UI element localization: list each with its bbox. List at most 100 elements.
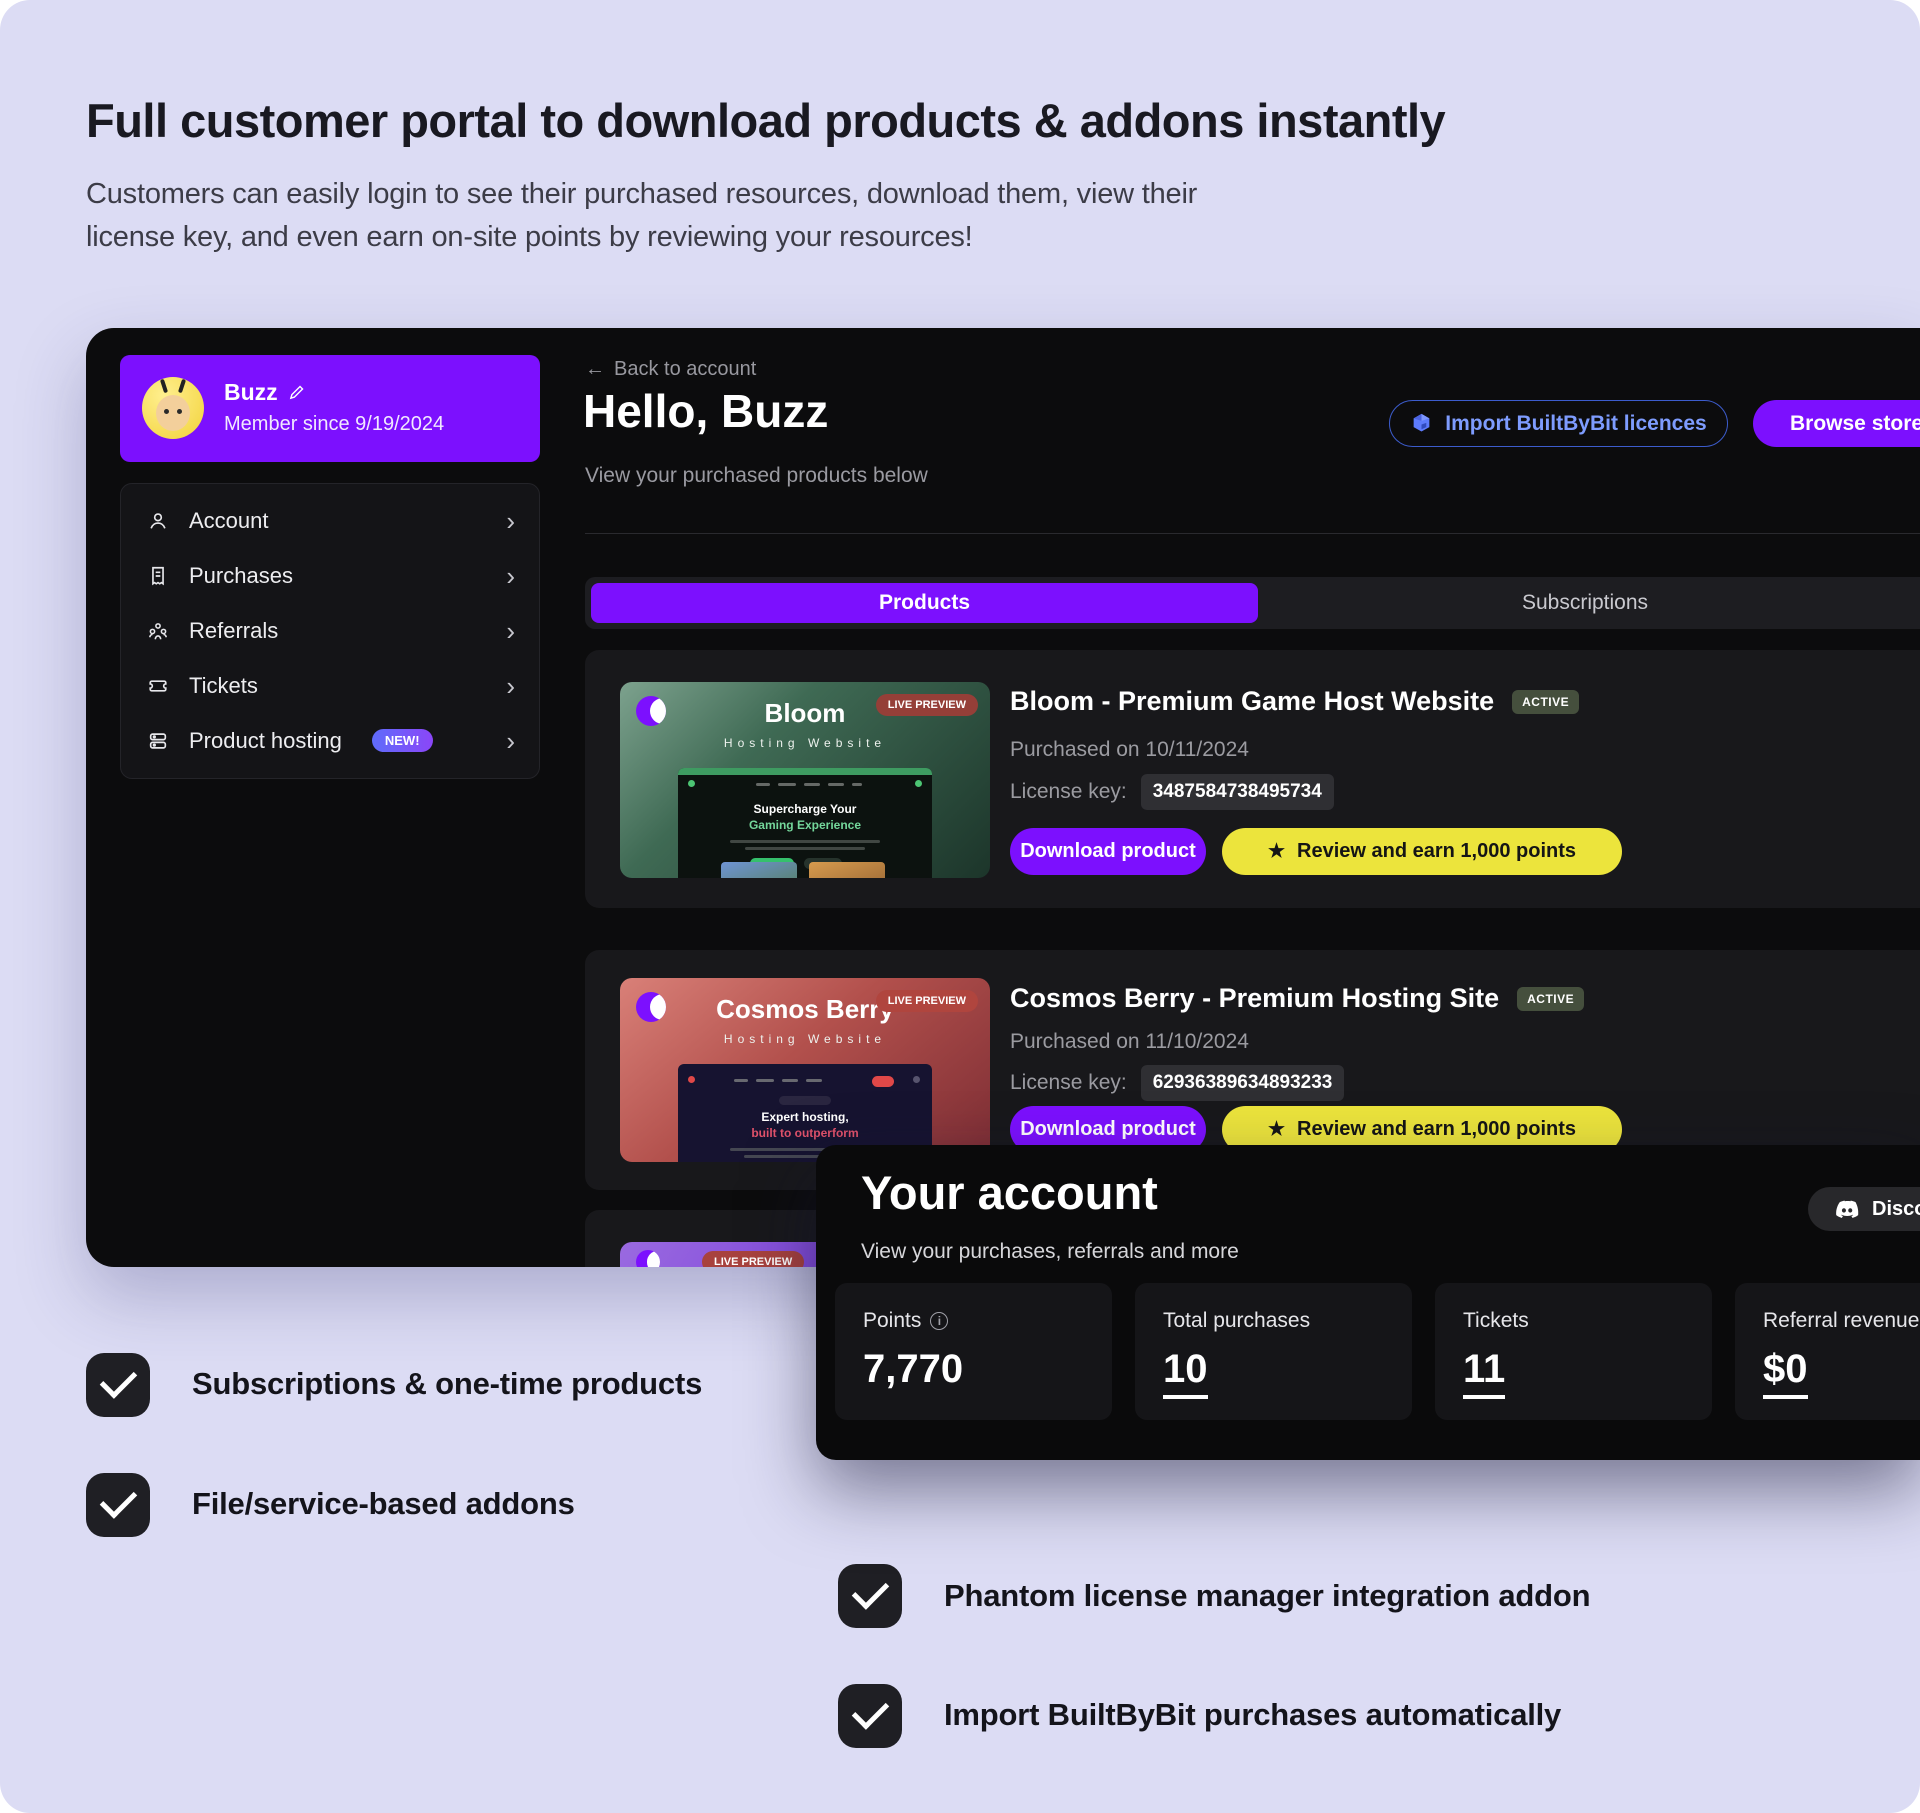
avatar (142, 377, 204, 439)
check-icon (838, 1564, 902, 1628)
member-since: Member since 9/19/2024 (224, 413, 444, 436)
product-thumbnail[interactable]: Bloom Hosting Website LIVE PREVIEW Super… (620, 682, 990, 878)
deco-bar (745, 847, 865, 850)
download-button-label: Download product (1020, 840, 1196, 863)
info-icon[interactable]: i (930, 1312, 948, 1330)
sidebar-item-label: Purchases (189, 563, 293, 589)
tab-products-label: Products (879, 591, 970, 615)
feature-label: Subscriptions & one-time products (192, 1366, 702, 1402)
sidebar-item-purchases[interactable]: Purchases › (121, 549, 539, 604)
stat-card-tickets: Tickets 11 (1435, 1283, 1712, 1420)
sidebar-item-account[interactable]: Account › (121, 494, 539, 549)
stat-value: 7,770 (863, 1347, 963, 1392)
deco-bar (806, 1079, 822, 1082)
stat-label: Referral revenue (1763, 1309, 1919, 1333)
deco-bar (782, 1079, 798, 1082)
your-account-overlay: Your account View your purchases, referr… (816, 1145, 1920, 1460)
deco-bar (852, 783, 862, 786)
tab-subscriptions[interactable]: Subscriptions (1385, 577, 1785, 629)
deco-bar (730, 840, 880, 843)
account-overlay-title: Your account (861, 1165, 1158, 1220)
chevron-right-icon: › (506, 508, 515, 534)
thumb-tagline: Hosting Website (620, 736, 990, 750)
deco-image (721, 862, 797, 878)
stat-card-points: Points i 7,770 (835, 1283, 1112, 1420)
star-icon: ★ (1268, 1118, 1285, 1141)
receipt-icon (145, 565, 171, 587)
discord-icon (1834, 1200, 1860, 1219)
back-to-account-link[interactable]: ← Back to account (585, 358, 756, 381)
stat-value-link[interactable]: 11 (1463, 1347, 1505, 1399)
live-preview-badge: LIVE PREVIEW (702, 1251, 804, 1267)
feature-label: Import BuiltByBit purchases automaticall… (944, 1697, 1561, 1733)
feature-label: Phantom license manager integration addo… (944, 1578, 1590, 1614)
license-key-value: 62936389634893233 (1141, 1065, 1345, 1101)
deco-dot (688, 1076, 695, 1083)
mini-headline1: Expert hosting, (678, 1110, 932, 1124)
sidebar-menu: Account › Purchases › Referrals › Ticket… (120, 483, 540, 779)
sidebar-item-label: Tickets (189, 673, 258, 699)
user-card: Buzz Member since 9/19/2024 (120, 355, 540, 462)
status-badge: ACTIVE (1512, 690, 1579, 714)
discord-button[interactable]: Discord (1808, 1187, 1920, 1231)
license-key-label: License key: (1010, 780, 1127, 804)
edit-pencil-icon[interactable] (288, 384, 305, 401)
sidebar-item-product-hosting[interactable]: Product hosting NEW! › (121, 713, 539, 768)
download-button-label: Download product (1020, 1118, 1196, 1141)
person-icon (145, 510, 171, 532)
new-badge: NEW! (372, 729, 433, 752)
check-icon (86, 1353, 150, 1417)
review-earn-points-button[interactable]: ★ Review and earn 1,000 points (1222, 828, 1622, 875)
avatar-face (156, 395, 190, 431)
product-title: Cosmos Berry - Premium Hosting Site (1010, 983, 1499, 1014)
sidebar-item-tickets[interactable]: Tickets › (121, 658, 539, 713)
customer-portal-panel: Buzz Member since 9/19/2024 Account › Pu… (86, 328, 1920, 1267)
avatar-antenna (160, 379, 168, 394)
page-subtitle-line1: Customers can easily login to see their … (86, 178, 1197, 211)
sidebar-item-referrals[interactable]: Referrals › (121, 604, 539, 659)
avatar-antenna (178, 379, 186, 394)
star-icon: ★ (1268, 840, 1285, 863)
browse-store-button[interactable]: Browse store (1753, 400, 1920, 447)
product-card-bloom: Bloom Hosting Website LIVE PREVIEW Super… (585, 650, 1920, 908)
mini-website-preview: Supercharge Your Gaming Experience (678, 768, 932, 878)
deco-button (872, 1076, 894, 1087)
stat-card-total-purchases: Total purchases 10 (1135, 1283, 1412, 1420)
purchased-date: Purchased on 11/10/2024 (1010, 1030, 1249, 1054)
stat-label: Tickets (1463, 1309, 1529, 1333)
license-key-label: License key: (1010, 1071, 1127, 1095)
check-icon (838, 1684, 902, 1748)
greeting-subtitle: View your purchased products below (585, 464, 928, 488)
stat-card-referral-revenue: Referral revenue $0 (1735, 1283, 1920, 1420)
status-badge: ACTIVE (1517, 987, 1584, 1011)
import-builtbybit-button[interactable]: Import BuiltByBit licences (1389, 400, 1728, 447)
product-title: Bloom - Premium Game Host Website (1010, 686, 1494, 717)
browse-button-label: Browse store (1790, 412, 1920, 436)
deco-bar (828, 783, 844, 786)
crescent-logo-icon (636, 1250, 660, 1267)
product-thumbnail[interactable]: Cosmos Berry Hosting Website LIVE PREVIE… (620, 978, 990, 1162)
download-product-button[interactable]: Download product (1010, 828, 1206, 875)
check-icon (86, 1473, 150, 1537)
server-icon (145, 730, 171, 752)
avatar-eye (177, 409, 182, 414)
chevron-right-icon: › (506, 673, 515, 699)
greeting-heading: Hello, Buzz (583, 384, 828, 438)
stat-value-link[interactable]: 10 (1163, 1347, 1208, 1399)
deco-dot (688, 780, 695, 787)
license-key-value: 3487584738495734 (1141, 774, 1334, 810)
header-divider (585, 533, 1920, 534)
tab-bar: Products Subscriptions (585, 577, 1920, 629)
deco-bar (678, 768, 932, 775)
sidebar-item-label: Referrals (189, 618, 278, 644)
tab-products[interactable]: Products (591, 583, 1258, 623)
deco-bar (756, 783, 770, 786)
chevron-right-icon: › (506, 618, 515, 644)
stat-value-link[interactable]: $0 (1763, 1347, 1808, 1399)
ticket-icon (145, 675, 171, 697)
deco-bar (779, 1096, 831, 1105)
deco-bar (678, 780, 932, 792)
deco-bar (678, 1076, 932, 1088)
review-button-label: Review and earn 1,000 points (1297, 1118, 1576, 1141)
chevron-right-icon: › (506, 728, 515, 754)
